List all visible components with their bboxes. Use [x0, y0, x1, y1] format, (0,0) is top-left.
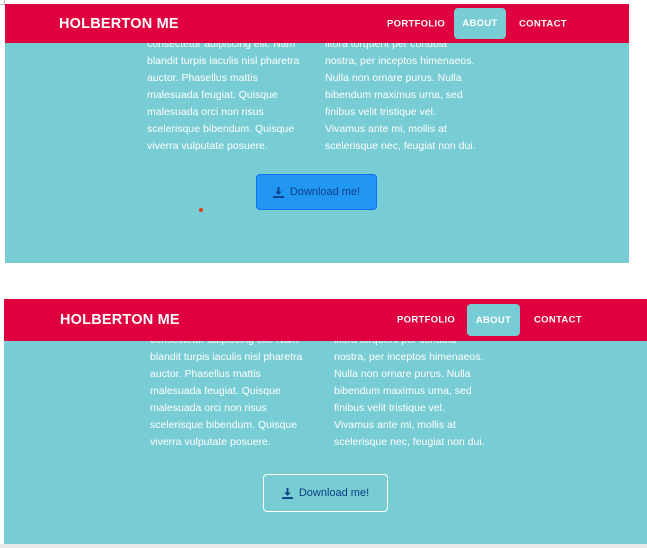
download-icon: [272, 186, 284, 198]
brand-logo[interactable]: HOLBERTON ME: [59, 16, 179, 32]
text-line: scelerisque nec, feugiat non dui.: [325, 140, 476, 152]
about-text-left: consectetur adipiscing elit. Nam blandit…: [147, 36, 319, 155]
text-line: scelerisque bibendum. Quisque: [150, 419, 298, 431]
download-button-label: Download me!: [289, 186, 361, 198]
download-button[interactable]: Download me!: [263, 474, 388, 512]
nav-portfolio-link[interactable]: PORTFOLIO: [387, 18, 445, 29]
text-line: auctor. Phasellus mattis: [150, 368, 261, 380]
brand-logo[interactable]: HOLBERTON ME: [60, 312, 180, 328]
text-line: malesuada feugiat. Quisque: [150, 385, 281, 397]
text-line: blandit turpis iaculis nisl pharetra: [147, 55, 300, 67]
text-line: auctor. Phasellus mattis: [147, 72, 258, 84]
text-line: Nulla non ornare purus. Nulla: [334, 368, 471, 380]
text-line: finibus velit tristique vel.: [325, 106, 436, 118]
text-line: malesuada orci non risus: [150, 402, 267, 414]
nav-contact-link[interactable]: CONTACT: [519, 18, 567, 29]
download-button-label: Download me!: [298, 487, 370, 499]
text-line: malesuada orci non risus: [147, 106, 264, 118]
nav-about-link[interactable]: ABOUT: [467, 304, 520, 336]
text-line: malesuada feugiat. Quisque: [147, 89, 278, 101]
about-section-hover-state: HOLBERTON ME PORTFOLIO ABOUT CONTACT con…: [5, 4, 629, 263]
download-button[interactable]: Download me!: [256, 174, 377, 210]
text-line: viverra vulputate posuere.: [150, 436, 271, 448]
text-line: blandit turpis iaculis nisl pharetra: [150, 351, 303, 363]
navbar: HOLBERTON ME PORTFOLIO ABOUT CONTACT: [4, 299, 647, 341]
text-line: bibendum maximus urna, sed: [334, 385, 472, 397]
navbar: HOLBERTON ME PORTFOLIO ABOUT CONTACT: [5, 4, 629, 43]
about-section-default-state: HOLBERTON ME PORTFOLIO ABOUT CONTACT con…: [4, 299, 647, 544]
download-icon: [281, 487, 293, 499]
about-text-right: litora torquent per conubia nostra, per …: [325, 36, 497, 155]
text-line: bibendum maximus urna, sed: [325, 89, 463, 101]
mouse-cursor-dot: [199, 208, 203, 212]
nav-contact-link[interactable]: CONTACT: [534, 315, 582, 326]
text-line: nostra, per inceptos himenaeos.: [334, 351, 484, 363]
text-line: nostra, per inceptos himenaeos.: [325, 55, 475, 67]
text-line: viverra vulputate posuere.: [147, 140, 268, 152]
text-line: scelerisque nec, feugiat non dui.: [334, 436, 485, 448]
text-line: Nulla non ornare purus. Nulla: [325, 72, 462, 84]
window-bottom-edge: [0, 544, 647, 548]
nav-about-link[interactable]: ABOUT: [454, 8, 506, 39]
text-line: finibus velit tristique vel.: [334, 402, 445, 414]
text-line: scelerisque bibendum. Quisque: [147, 123, 295, 135]
about-text-left: consectetur adipiscing elit. Nam blandit…: [150, 332, 322, 451]
text-line: Vivamus ante mi, mollis at: [334, 419, 456, 431]
about-text-right: litora torquent per conubia nostra, per …: [334, 332, 506, 451]
nav-portfolio-link[interactable]: PORTFOLIO: [397, 315, 455, 326]
text-line: Vivamus ante mi, mollis at: [325, 123, 447, 135]
